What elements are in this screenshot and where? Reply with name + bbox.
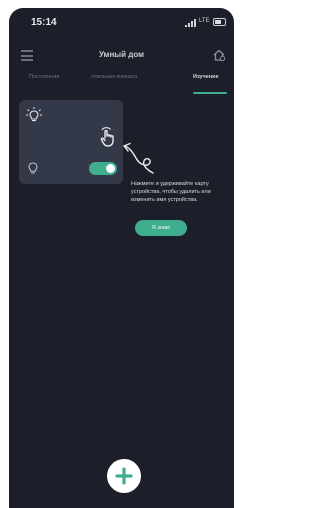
room-tabs: ь Постоянная спальная комната Изучение bbox=[9, 70, 234, 88]
add-device-button[interactable] bbox=[107, 459, 141, 493]
toggle-knob bbox=[106, 164, 115, 173]
home-gear-icon[interactable] bbox=[212, 48, 226, 62]
tap-hand-icon bbox=[100, 127, 114, 147]
status-bar: 15:14 LTE bbox=[9, 8, 234, 34]
plus-icon bbox=[115, 467, 133, 485]
tab-permanent[interactable]: Постоянная bbox=[29, 74, 59, 80]
signal-icon bbox=[185, 19, 196, 27]
tab-bedroom[interactable]: спальная комната bbox=[91, 74, 137, 80]
status-time: 15:14 bbox=[31, 17, 57, 28]
app-screen: 15:14 LTE Умный дом ь Постоянная спальна… bbox=[9, 8, 234, 508]
page-title: Умный дом bbox=[98, 50, 145, 59]
device-power-toggle[interactable] bbox=[89, 162, 117, 175]
tab-study[interactable]: Изучение bbox=[193, 74, 219, 80]
lightbulb-icon bbox=[26, 107, 42, 122]
hint-text: Нажмите и удерживайте карту устройства, … bbox=[131, 181, 211, 203]
curved-arrow-icon bbox=[123, 142, 154, 174]
top-bar: Умный дом bbox=[9, 46, 234, 68]
active-tab-indicator bbox=[193, 92, 227, 94]
battery-icon bbox=[213, 18, 226, 26]
lightbulb-outline-icon bbox=[28, 162, 38, 174]
network-label: LTE bbox=[199, 18, 210, 24]
got-it-button[interactable]: Я знаю bbox=[135, 220, 187, 236]
